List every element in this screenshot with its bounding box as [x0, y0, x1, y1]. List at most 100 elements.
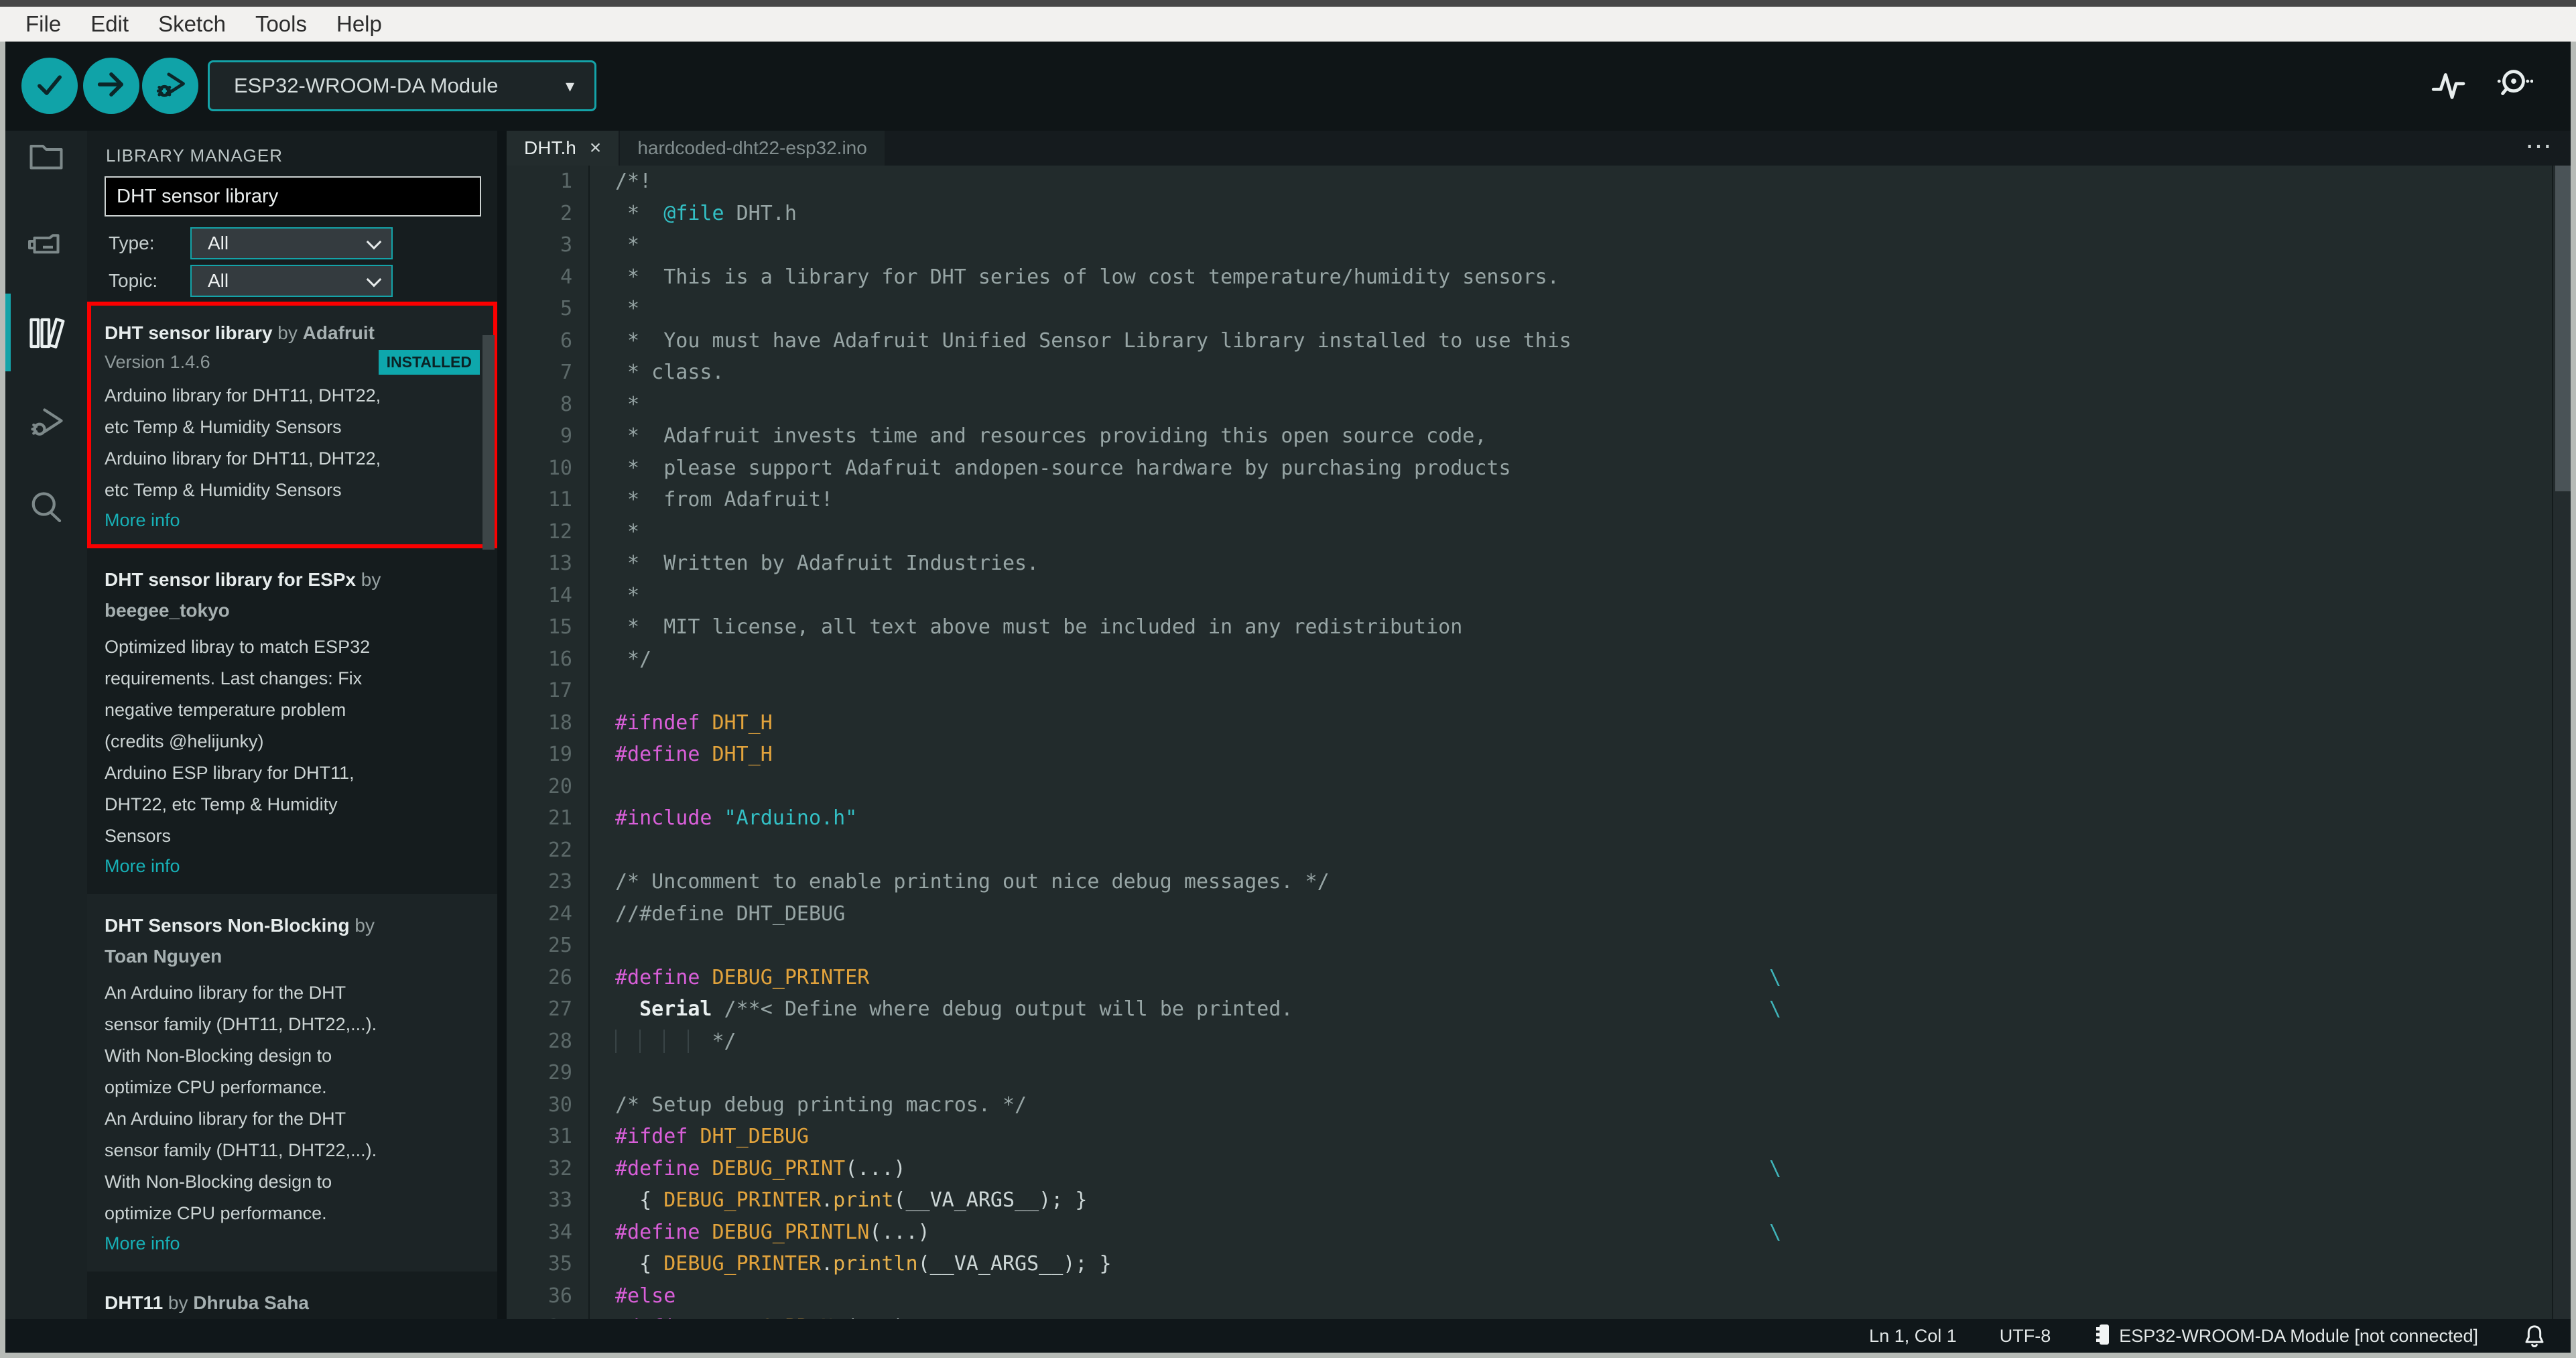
menu-help[interactable]: Help — [322, 7, 397, 42]
code-line: * — [615, 392, 640, 416]
start-debugging-button[interactable] — [142, 58, 198, 114]
library-list-item[interactable]: DHT sensor library by Adafruit Version 1.… — [87, 302, 497, 548]
serial-plotter-icon[interactable] — [2429, 65, 2467, 107]
type-select[interactable]: All — [190, 227, 393, 259]
library-by: by — [356, 569, 381, 590]
more-info-link[interactable]: More info — [105, 1233, 180, 1254]
code-line: #include "Arduino.h" — [615, 806, 858, 830]
verify-button[interactable] — [21, 58, 78, 114]
code-line: * — [615, 233, 640, 257]
board-selector[interactable]: ESP32-WROOM-DA Module ▾ — [208, 60, 596, 111]
sidebar-item-boards-manager[interactable] — [26, 225, 66, 265]
library-list-item[interactable]: DHT Sensors Non-Blocking by Toan Nguyen A… — [87, 894, 497, 1272]
notifications-bell-icon[interactable] — [2521, 1322, 2548, 1349]
library-title: DHT Sensors Non-Blocking by Toan Nguyen — [105, 910, 480, 972]
code-line: * from Adafruit! — [615, 488, 834, 511]
line-number: 26 — [548, 965, 572, 989]
topic-select[interactable]: All — [190, 265, 393, 297]
line-number: 20 — [548, 774, 572, 798]
sidebar-item-search[interactable] — [26, 487, 66, 528]
library-title: DHT sensor library for ESPx by beegee_to… — [105, 564, 480, 626]
line-number: 8 — [560, 392, 572, 416]
encoding[interactable]: UTF-8 — [2000, 1326, 2051, 1347]
line-continuation: \ — [1769, 1156, 1782, 1180]
statusbar: Ln 1, Col 1 UTF-8 ESP32-WROOM-DA Module … — [5, 1319, 2571, 1353]
editor-scrollbar-thumb[interactable] — [2555, 166, 2571, 491]
tab-sketch-ino[interactable]: hardcoded-dht22-esp32.ino — [620, 131, 885, 166]
line-number: 3 — [560, 233, 572, 257]
line-number: 29 — [548, 1061, 572, 1085]
sidebar-item-library-manager[interactable] — [26, 313, 66, 353]
type-filter-row: Type: All — [109, 227, 393, 259]
folder-icon — [26, 145, 66, 179]
line-number: 34 — [548, 1220, 572, 1244]
code-line: #define DEBUG_PRINTER \ — [615, 962, 2551, 994]
line-number: 27 — [548, 997, 572, 1021]
activity-sidebar — [5, 131, 87, 1319]
code-line: //#define DHT_DEBUG — [615, 902, 846, 926]
cursor-position[interactable]: Ln 1, Col 1 — [1869, 1326, 1957, 1347]
menu-sketch[interactable]: Sketch — [143, 7, 241, 42]
sidebar-item-sketchbook[interactable] — [26, 136, 66, 176]
line-number: 10 — [548, 456, 572, 480]
library-list-item[interactable]: DHT sensor library for ESPx by beegee_to… — [87, 548, 497, 894]
window-frame-bottom — [0, 1353, 2576, 1358]
library-description: An Arduino library for the DHT sensor fa… — [105, 983, 377, 1223]
code-editor[interactable]: 1 2 3 4 5 6 7 8 9 10 11 12 13 14 15 16 17 18 19 20 21 22 23 24 2… — [507, 166, 2571, 1319]
line-number: 2 — [560, 201, 572, 225]
code-line: * — [615, 583, 640, 607]
board-status[interactable]: ESP32-WROOM-DA Module [not connected] — [2094, 1323, 2478, 1349]
upload-button[interactable] — [83, 58, 139, 114]
library-list[interactable]: DHT sensor library by Adafruit Version 1.… — [87, 302, 497, 1319]
editor-tabbar: DHT.h × hardcoded-dht22-esp32.ino ⋯ — [507, 131, 2571, 166]
code-line: */ — [615, 647, 652, 671]
code-line: * — [615, 297, 640, 320]
code-line: #define DEBUG_PRINTLN(...) \ — [615, 1217, 2551, 1249]
line-number: 32 — [548, 1156, 572, 1180]
toolbar-right — [2429, 42, 2534, 131]
books-icon — [26, 318, 66, 356]
serial-monitor-icon[interactable] — [2494, 65, 2534, 107]
library-version: Version 1.4.6 — [105, 352, 210, 372]
menubar: File Edit Sketch Tools Help — [0, 7, 2576, 42]
window-frame-right — [2571, 42, 2576, 1358]
line-continuation: \ — [1769, 965, 1782, 989]
code-line: /* Uncomment to enable printing out nice… — [615, 870, 1330, 893]
panel-editor-splitter[interactable] — [497, 131, 507, 1319]
close-icon[interactable]: × — [590, 137, 602, 160]
menu-file[interactable]: File — [11, 7, 76, 42]
code-line: * @file DHT.h — [615, 201, 797, 225]
library-title: DHT sensor library by Adafruit — [105, 318, 480, 349]
line-number: 11 — [548, 488, 572, 511]
code-line: Serial /**< Define where debug output wi… — [615, 993, 2551, 1026]
more-info-link[interactable]: More info — [105, 510, 180, 531]
debug-play-bug-icon — [153, 67, 188, 105]
editor-scrollbar[interactable] — [2552, 166, 2571, 1319]
line-number: 4 — [560, 265, 572, 289]
code-line: * class. — [615, 361, 724, 384]
line-number: 36 — [548, 1284, 572, 1308]
more-actions-icon[interactable]: ⋯ — [2525, 131, 2552, 166]
debug-play-bug-icon — [26, 408, 66, 444]
line-number: 24 — [548, 902, 572, 926]
line-number: 6 — [560, 328, 572, 353]
line-number: 17 — [548, 679, 572, 702]
sidebar-item-debug[interactable] — [26, 402, 66, 442]
menu-tools[interactable]: Tools — [241, 7, 322, 42]
tab-dht-h[interactable]: DHT.h × — [507, 131, 619, 166]
menu-edit[interactable]: Edit — [76, 7, 143, 42]
code-line: * Written by Adafruit Industries. — [615, 552, 1039, 575]
line-number: 1 — [560, 170, 572, 193]
library-search-input[interactable] — [105, 176, 481, 217]
panel-title: LIBRARY MANAGER — [106, 145, 283, 166]
code-line: * You must have Adafruit Unified Sensor … — [615, 328, 1571, 353]
more-info-link[interactable]: More info — [105, 856, 180, 877]
code-line: #ifdef DHT_DEBUG — [615, 1125, 809, 1148]
board-status-text: ESP32-WROOM-DA Module [not connected] — [2119, 1325, 2478, 1346]
line-number: 23 — [548, 870, 572, 893]
library-list-scrollbar[interactable] — [482, 335, 495, 550]
type-select-value: All — [208, 233, 229, 253]
library-list-item[interactable]: DHT11 by Dhruba SahaThis library provide… — [87, 1272, 497, 1319]
